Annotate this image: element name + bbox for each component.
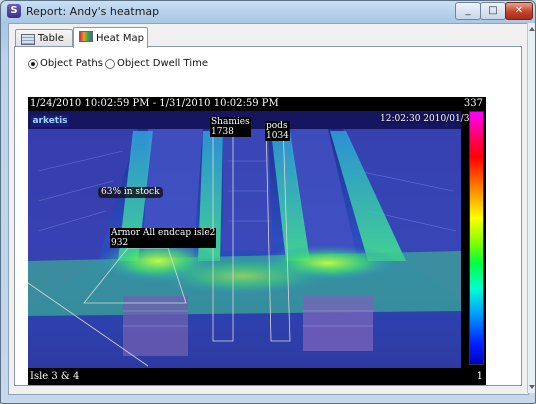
region-label-armor-all[interactable]: Armor All endcap isle2 932 bbox=[110, 228, 217, 248]
radio-dot bbox=[105, 59, 115, 69]
region-name: Shamies bbox=[211, 117, 250, 127]
region-label-shamies[interactable]: Shamies 1738 bbox=[210, 117, 251, 137]
maximize-button[interactable]: □ bbox=[480, 2, 506, 20]
close-button[interactable]: ✕ bbox=[505, 2, 533, 20]
time-range-label: 1/24/2010 10:02:59 PM - 1/31/2010 10:02:… bbox=[30, 98, 279, 109]
radio-dot bbox=[28, 59, 38, 69]
heatmap-scene[interactable] bbox=[28, 111, 461, 368]
color-scale-legend bbox=[469, 111, 484, 365]
stock-status-label: 63% in stock bbox=[98, 187, 163, 198]
minimize-button[interactable]: _ bbox=[455, 2, 481, 20]
center-shelves bbox=[223, 129, 273, 251]
client-area: Table Heat Map Object Paths Object Dwell… bbox=[8, 23, 529, 395]
area-label: Isle 3 & 4 bbox=[30, 371, 80, 382]
radio-label: Object Dwell Time bbox=[117, 58, 208, 69]
scroll-up-icon[interactable] bbox=[529, 27, 535, 31]
tab-label: Heat Map bbox=[96, 33, 145, 44]
region-name: pods bbox=[266, 121, 288, 131]
heatmap-icon bbox=[79, 31, 93, 42]
region-count: 1034 bbox=[266, 131, 289, 141]
title-bar[interactable]: S Report: Andy's heatmap _ □ ✕ bbox=[1, 1, 535, 23]
scale-max-label: 337 bbox=[463, 98, 483, 109]
region-count: 1738 bbox=[211, 127, 234, 137]
region-count: 932 bbox=[111, 238, 129, 248]
scroll-down-icon[interactable] bbox=[529, 385, 535, 389]
scale-min-label: 1 bbox=[476, 371, 483, 382]
report-window: S Report: Andy's heatmap _ □ ✕ Table Hea… bbox=[0, 0, 536, 404]
app-icon: S bbox=[7, 4, 21, 18]
camera-timestamp: 12:02:30 2010/01/31 bbox=[380, 114, 476, 124]
table-icon bbox=[21, 34, 35, 45]
vertical-scrollbar[interactable] bbox=[527, 23, 535, 393]
heat-map-panel: Object Paths Object Dwell Time 1/24/2010… bbox=[14, 46, 522, 386]
window-title: Report: Andy's heatmap bbox=[26, 5, 160, 18]
foreground-cart bbox=[303, 296, 373, 351]
region-label-pods[interactable]: pods 1034 bbox=[265, 121, 290, 141]
hotspot bbox=[153, 256, 333, 296]
tab-label: Table bbox=[38, 33, 64, 44]
region-name: Armor All endcap isle2 bbox=[111, 228, 216, 238]
tab-table[interactable]: Table bbox=[15, 29, 73, 47]
heatmap-viewer[interactable]: 1/24/2010 10:02:59 PM - 1/31/2010 10:02:… bbox=[28, 97, 486, 385]
store-logo: arketis bbox=[31, 115, 69, 127]
tab-heat-map[interactable]: Heat Map bbox=[73, 27, 148, 48]
radio-label: Object Paths bbox=[40, 58, 103, 69]
